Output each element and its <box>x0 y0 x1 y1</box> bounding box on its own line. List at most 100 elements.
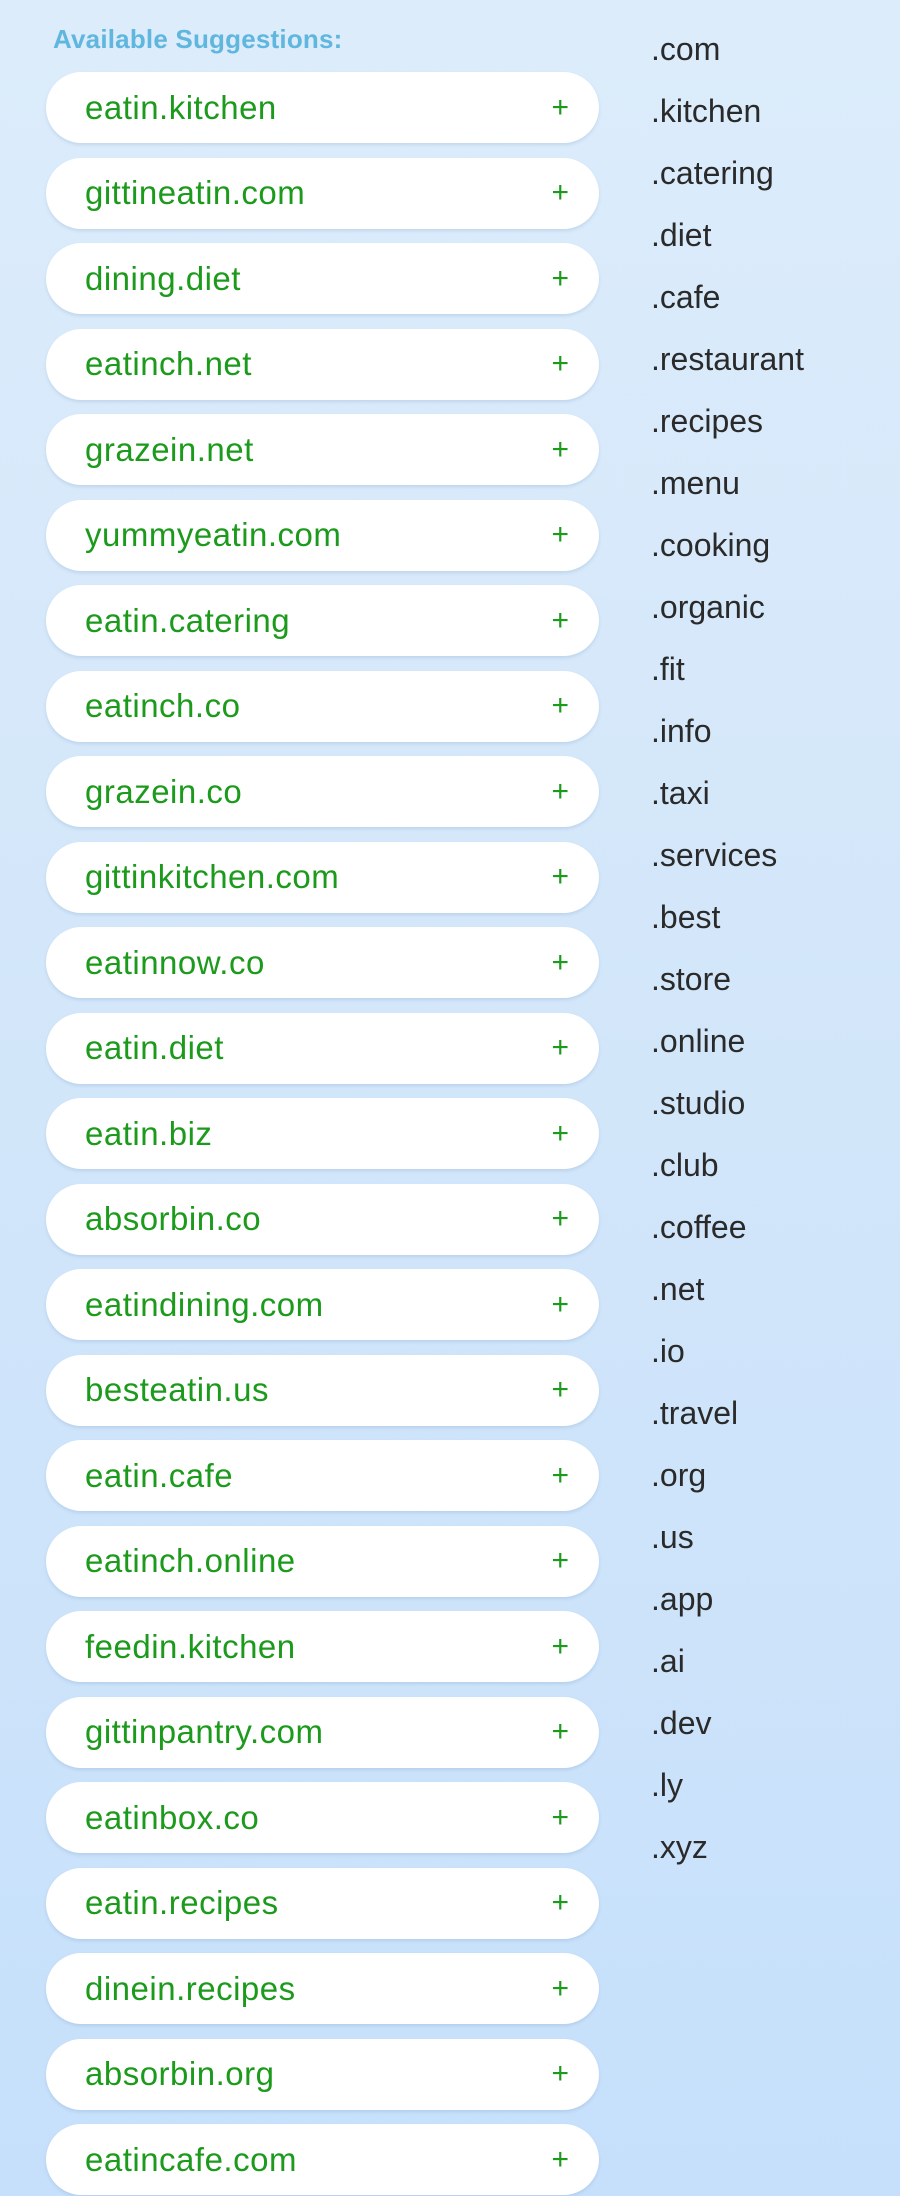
tld-item-29[interactable]: .xyz <box>651 1824 891 1886</box>
tld-item-0[interactable]: .com <box>651 26 891 88</box>
tld-item-6[interactable]: .recipes <box>651 398 891 460</box>
tld-item-13[interactable]: .services <box>651 832 891 894</box>
tld-item-24[interactable]: .us <box>651 1514 891 1576</box>
suggestion-item-8[interactable]: grazein.co + <box>46 756 599 827</box>
tld-item-5[interactable]: .restaurant <box>651 336 891 398</box>
tld-item-8[interactable]: .cooking <box>651 522 891 584</box>
suggestion-domain-name: grazein.co <box>85 772 243 810</box>
suggestion-item-12[interactable]: eatin.biz + <box>46 1098 599 1169</box>
add-icon[interactable]: + <box>551 691 569 721</box>
add-icon[interactable]: + <box>551 605 569 636</box>
tld-list: .com .kitchen .catering .diet .cafe .restaura… <box>651 26 891 1886</box>
add-icon[interactable]: + <box>551 776 569 807</box>
suggestion-item-13[interactable]: absorbin.co + <box>46 1183 599 1255</box>
suggestion-item-0[interactable]: eatin.kitchen + <box>46 72 599 143</box>
add-icon[interactable]: + <box>551 1546 569 1576</box>
add-icon[interactable]: + <box>551 1717 569 1747</box>
add-icon[interactable]: + <box>551 862 569 892</box>
suggestion-item-16[interactable]: eatin.cafe + <box>46 1440 599 1511</box>
add-icon[interactable]: + <box>551 520 569 550</box>
suggestion-domain-name: gittineatin.com <box>85 174 306 211</box>
suggestion-item-6[interactable]: eatin.catering + <box>46 585 599 656</box>
suggestion-item-2[interactable]: dining.diet + <box>46 243 599 314</box>
tld-item-18[interactable]: .club <box>651 1142 891 1204</box>
tld-item-15[interactable]: .store <box>651 956 891 1018</box>
suggestion-domain-name: eatin.diet <box>85 1029 224 1066</box>
suggestion-domain-name: eatinch.online <box>85 1542 296 1579</box>
tld-item-4[interactable]: .cafe <box>651 274 891 336</box>
tld-item-20[interactable]: .net <box>651 1266 891 1328</box>
suggestion-item-4[interactable]: grazein.net + <box>46 414 599 485</box>
suggestion-item-14[interactable]: eatindining.com + <box>46 1269 599 1340</box>
suggestion-item-10[interactable]: eatinnow.co + <box>46 927 599 998</box>
suggestion-item-11[interactable]: eatin.diet + <box>46 1012 599 1084</box>
tld-item-16[interactable]: .online <box>651 1018 891 1080</box>
suggestion-list: eatin.kitchen + gittineatin.com + dining… <box>46 72 599 2196</box>
suggestion-domain-name: eatinch.co <box>85 687 241 724</box>
suggestion-item-22[interactable]: dinein.recipes + <box>46 1953 599 2024</box>
add-icon[interactable]: + <box>551 1460 569 1491</box>
suggestion-domain-name: absorbin.co <box>85 1200 262 1237</box>
add-icon[interactable]: + <box>551 263 569 294</box>
add-icon[interactable]: + <box>551 1973 569 2004</box>
suggestion-item-9[interactable]: gittinkitchen.com + <box>46 841 599 913</box>
add-icon[interactable]: + <box>551 1033 569 1063</box>
tld-item-3[interactable]: .diet <box>651 212 891 274</box>
add-icon[interactable]: + <box>551 1631 569 1662</box>
add-icon[interactable]: + <box>551 178 569 208</box>
suggestion-item-5[interactable]: yummyeatin.com + <box>46 499 599 571</box>
tld-item-17[interactable]: .studio <box>651 1080 891 1142</box>
add-icon[interactable]: + <box>551 434 569 465</box>
suggestion-domain-name: eatin.biz <box>85 1114 213 1152</box>
add-icon[interactable]: + <box>551 92 569 123</box>
add-icon[interactable]: + <box>551 2144 569 2175</box>
add-icon[interactable]: + <box>551 1289 569 1320</box>
tld-item-12[interactable]: .taxi <box>651 770 891 832</box>
add-icon[interactable]: + <box>551 2059 569 2089</box>
tld-item-23[interactable]: .org <box>651 1452 891 1514</box>
tld-item-21[interactable]: .io <box>651 1328 891 1390</box>
suggestion-domain-name: eatin.cafe <box>85 1456 234 1494</box>
tld-item-7[interactable]: .menu <box>651 460 891 522</box>
tld-item-27[interactable]: .dev <box>651 1700 891 1762</box>
suggestion-item-17[interactable]: eatinch.online + <box>46 1525 599 1597</box>
tld-item-19[interactable]: .coffee <box>651 1204 891 1266</box>
suggestion-item-1[interactable]: gittineatin.com + <box>46 157 599 229</box>
tld-item-9[interactable]: .organic <box>651 584 891 646</box>
section-title: Available Suggestions: <box>53 24 343 54</box>
suggestion-domain-name: eatinch.net <box>85 345 252 382</box>
add-icon[interactable]: + <box>551 1118 569 1149</box>
suggestion-domain-name: eatin.recipes <box>85 1884 279 1921</box>
suggestion-item-21[interactable]: eatin.recipes + <box>46 1867 599 1939</box>
suggestion-domain-name: besteatin.us <box>85 1371 269 1408</box>
suggestion-domain-name: dinein.recipes <box>85 1969 296 2007</box>
tld-item-28[interactable]: .ly <box>651 1762 891 1824</box>
tld-item-2[interactable]: .catering <box>651 150 891 212</box>
add-icon[interactable]: + <box>551 1204 569 1234</box>
suggestion-domain-name: dining.diet <box>85 259 241 297</box>
tld-item-10[interactable]: .fit <box>651 646 891 708</box>
suggestion-domain-name: grazein.net <box>85 430 254 468</box>
tld-item-11[interactable]: .info <box>651 708 891 770</box>
suggestion-item-19[interactable]: gittinpantry.com + <box>46 1696 599 1768</box>
tld-item-26[interactable]: .ai <box>651 1638 891 1700</box>
tld-item-1[interactable]: .kitchen <box>651 88 891 150</box>
suggestion-item-3[interactable]: eatinch.net + <box>46 328 599 400</box>
suggestion-item-15[interactable]: besteatin.us + <box>46 1354 599 1426</box>
suggestion-item-18[interactable]: feedin.kitchen + <box>46 1611 599 1682</box>
tld-item-14[interactable]: .best <box>651 894 891 956</box>
tld-item-25[interactable]: .app <box>651 1576 891 1638</box>
add-icon[interactable]: + <box>551 1888 569 1918</box>
suggestion-domain-name: feedin.kitchen <box>85 1627 296 1665</box>
add-icon[interactable]: + <box>551 1375 569 1405</box>
add-icon[interactable]: + <box>551 947 569 978</box>
suggestion-domain-name: eatin.kitchen <box>85 88 277 126</box>
suggestion-domain-name: absorbin.org <box>85 2055 275 2092</box>
tld-item-22[interactable]: .travel <box>651 1390 891 1452</box>
suggestion-item-23[interactable]: absorbin.org + <box>46 2038 599 2110</box>
suggestion-item-24[interactable]: eatincafe.com + <box>46 2124 599 2195</box>
suggestion-item-7[interactable]: eatinch.co + <box>46 670 599 742</box>
suggestion-item-20[interactable]: eatinbox.co + <box>46 1782 599 1853</box>
add-icon[interactable]: + <box>551 1802 569 1833</box>
add-icon[interactable]: + <box>551 349 569 379</box>
